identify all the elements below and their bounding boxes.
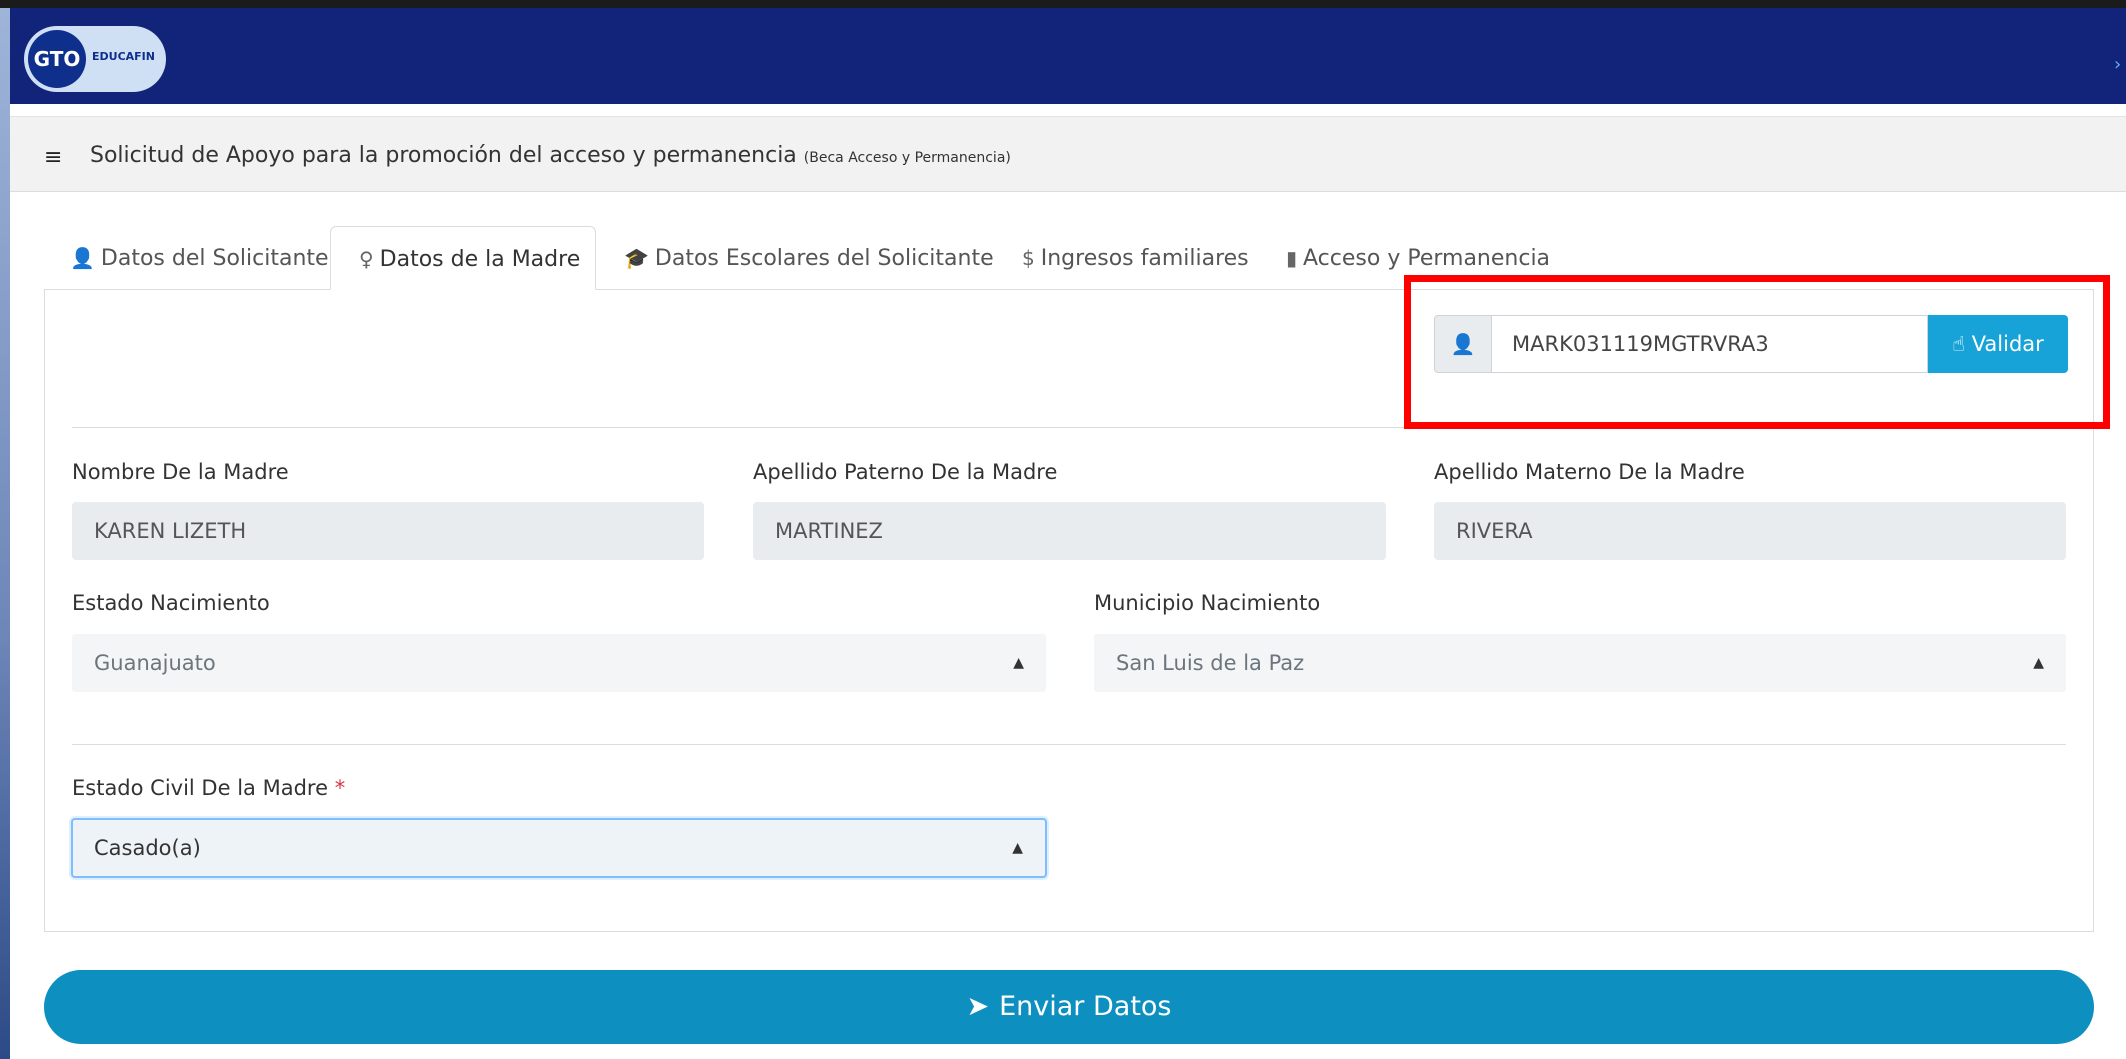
logo-mark: GTO	[28, 30, 86, 88]
tab-datos-escolares[interactable]: 🎓 Datos Escolares del Solicitante	[624, 226, 994, 290]
apellido-paterno-field[interactable]: MARTINEZ	[753, 502, 1386, 560]
estado-civil-select[interactable]: Casado(a) ▲	[71, 818, 1047, 878]
caret-up-icon: ▲	[2033, 655, 2044, 671]
logo[interactable]: GTO EDUCAFIN	[24, 26, 166, 92]
nombre-field[interactable]: KAREN LIZETH	[72, 502, 704, 560]
apellido-materno-field[interactable]: RIVERA	[1434, 502, 2066, 560]
estado-civil-label: Estado Civil De la Madre *	[72, 776, 345, 800]
top-navbar: GTO EDUCAFIN ›	[10, 8, 2126, 104]
chevron-icon[interactable]: ›	[2114, 54, 2126, 78]
tab-label: Ingresos familiares	[1040, 246, 1249, 271]
tab-ingresos-familiares[interactable]: $ Ingresos familiares	[1022, 226, 1249, 290]
tab-label: Acceso y Permanencia	[1303, 246, 1551, 271]
tab-label: Datos del Solicitante	[100, 246, 329, 271]
tab-label: Datos de la Madre	[379, 247, 581, 272]
graduation-cap-icon: 🎓	[624, 246, 649, 270]
apellido-materno-label: Apellido Materno De la Madre	[1434, 460, 1745, 484]
female-icon: ♀	[359, 247, 374, 271]
enviar-datos-button[interactable]: ➤ Enviar Datos	[44, 970, 2094, 1044]
user-icon: 👤	[70, 246, 95, 270]
divider	[72, 744, 2066, 745]
estado-civil-value: Casado(a)	[94, 836, 201, 860]
highlight-annotation-box	[1404, 275, 2110, 429]
page-title: Solicitud de Apoyo para la promoción del…	[90, 143, 1011, 168]
estado-nacimiento-label: Estado Nacimiento	[72, 591, 270, 615]
dollar-icon: $	[1022, 246, 1035, 270]
required-marker: *	[334, 776, 346, 800]
tab-datos-madre[interactable]: ♀ Datos de la Madre	[330, 226, 596, 290]
apellido-paterno-label: Apellido Paterno De la Madre	[753, 460, 1058, 484]
enviar-datos-label: Enviar Datos	[999, 991, 1172, 1022]
file-icon: ▮	[1286, 246, 1298, 270]
tab-datos-solicitante[interactable]: 👤 Datos del Solicitante	[70, 226, 329, 290]
window-top-strip	[0, 0, 2126, 8]
logo-text: EDUCAFIN	[92, 50, 155, 63]
page-title-bar: ≡ Solicitud de Apoyo para la promoción d…	[10, 116, 2126, 192]
page-title-text: Solicitud de Apoyo para la promoción del…	[90, 143, 797, 168]
caret-up-icon: ▲	[1013, 655, 1024, 671]
tab-label: Datos Escolares del Solicitante	[654, 246, 994, 271]
paper-plane-icon: ➤	[966, 991, 990, 1022]
nombre-label: Nombre De la Madre	[72, 460, 289, 484]
estado-civil-label-text: Estado Civil De la Madre	[72, 776, 328, 800]
municipio-nacimiento-select[interactable]: San Luis de la Paz ▲	[1094, 634, 2066, 692]
municipio-nacimiento-label: Municipio Nacimiento	[1094, 591, 1321, 615]
page-title-small: (Beca Acceso y Permanencia)	[803, 150, 1011, 166]
estado-nacimiento-value: Guanajuato	[94, 651, 216, 675]
list-icon: ≡	[44, 145, 63, 170]
window-left-strip	[0, 8, 10, 1059]
municipio-nacimiento-value: San Luis de la Paz	[1116, 651, 1305, 675]
caret-up-icon: ▲	[1012, 840, 1023, 856]
estado-nacimiento-select[interactable]: Guanajuato ▲	[72, 634, 1046, 692]
